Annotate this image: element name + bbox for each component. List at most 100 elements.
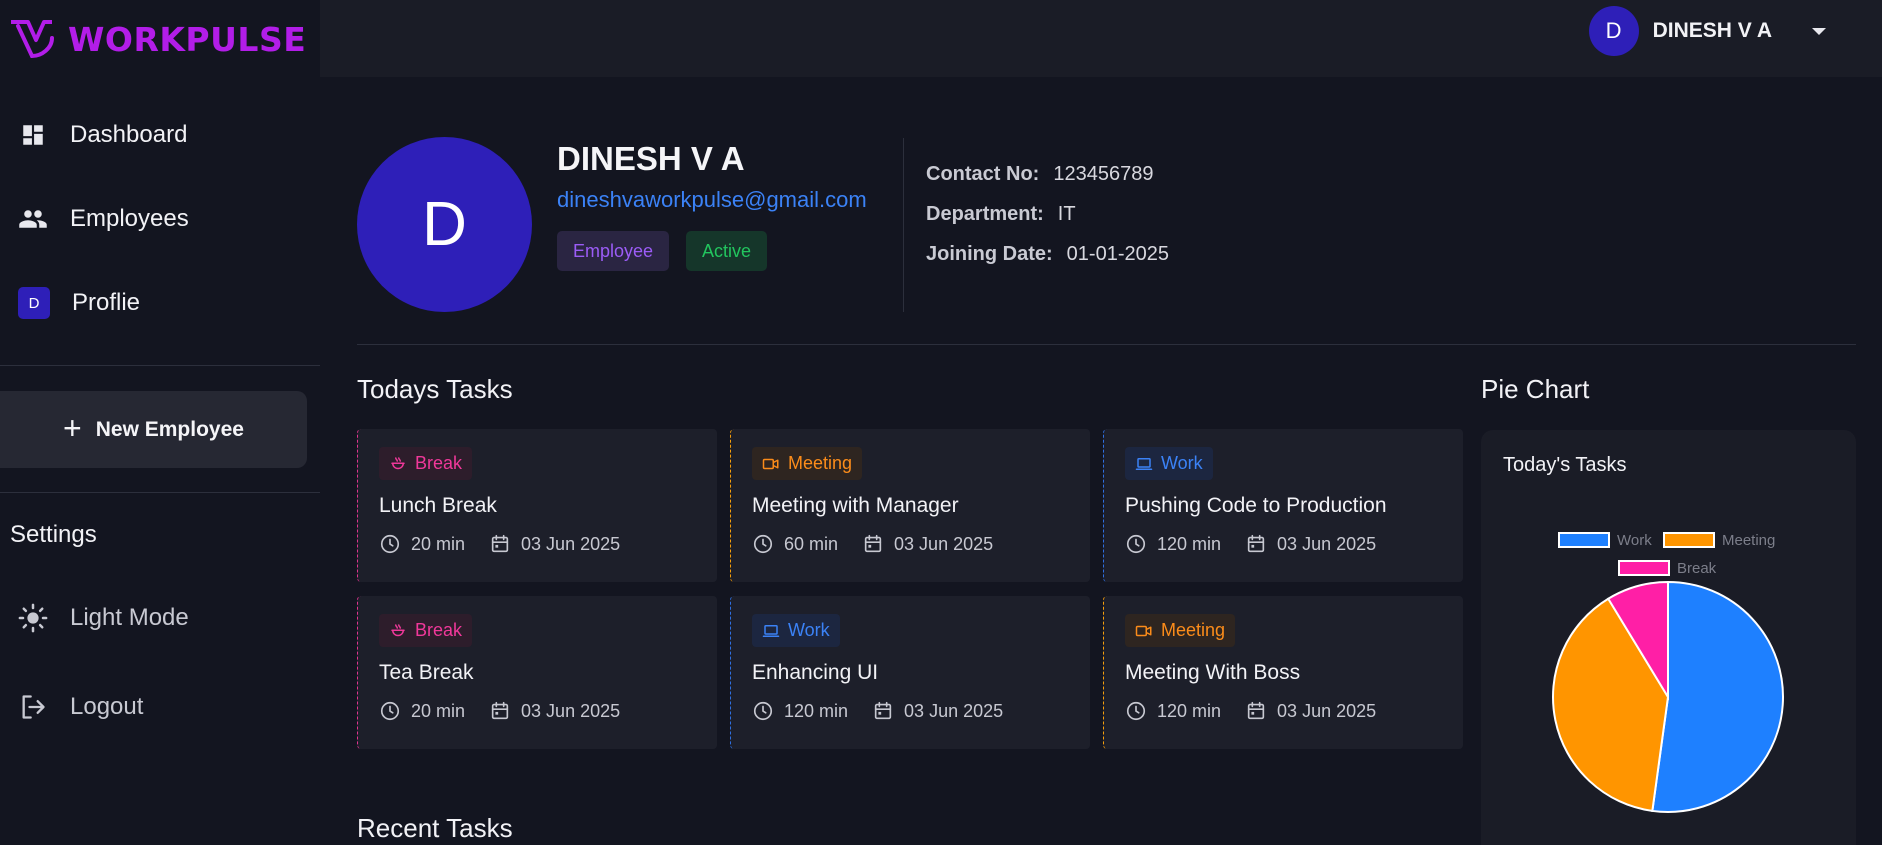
- avatar: D: [1588, 6, 1639, 56]
- task-date: 03 Jun 2025: [1277, 533, 1377, 554]
- app-logo[interactable]: WORKPULSE: [8, 16, 306, 62]
- department-row: Department: IT: [926, 203, 1076, 226]
- task-type-tag: Meeting: [1125, 614, 1236, 647]
- clock-icon: [1125, 533, 1147, 555]
- people-icon: [18, 204, 48, 234]
- divider: [0, 365, 320, 366]
- task-duration: 20 min: [411, 533, 466, 554]
- task-meta: 20 min 03 Jun 2025: [379, 533, 620, 555]
- department-label: Department:: [926, 203, 1044, 225]
- joining-date-row: Joining Date: 01-01-2025: [926, 243, 1169, 266]
- recent-tasks-title: Recent Tasks: [357, 813, 513, 843]
- task-card[interactable]: Meeting Meeting with Manager 60 min 03 Jun …: [730, 429, 1090, 582]
- sidebar-item-profile[interactable]: D Proflie: [18, 283, 140, 323]
- task-meta: 120 min 03 Jun 2025: [1125, 533, 1376, 555]
- task-card[interactable]: Work Enhancing UI 120 min 03 Jun 2025: [730, 596, 1090, 749]
- task-type-tag: Work: [752, 614, 840, 647]
- divider: [357, 344, 1856, 345]
- sidebar-item-dashboard[interactable]: Dashboard: [18, 115, 187, 155]
- plus-icon: +: [63, 410, 82, 446]
- role-badge: Employee: [557, 231, 670, 271]
- sidebar: WORKPULSE Dashboard Employees D Proflie …: [0, 0, 320, 845]
- calendar-icon: [862, 533, 884, 555]
- task-date: 03 Jun 2025: [521, 700, 621, 721]
- light-mode-label: Light Mode: [70, 604, 189, 631]
- contact-row: Contact No: 123456789: [926, 163, 1153, 186]
- task-card[interactable]: Break Lunch Break 20 min 03 Jun 2025: [357, 429, 717, 582]
- light-mode-toggle[interactable]: Light Mode: [18, 598, 189, 638]
- calendar-icon: [489, 533, 511, 555]
- legend-label: Work: [1617, 532, 1652, 549]
- logout-button[interactable]: Logout: [18, 687, 143, 727]
- task-meta: 120 min 03 Jun 2025: [752, 700, 1003, 722]
- video-camera-icon: [1135, 622, 1153, 640]
- task-duration: 120 min: [1157, 533, 1222, 554]
- legend-item[interactable]: Break: [1618, 560, 1717, 577]
- task-card[interactable]: Work Pushing Code to Production 120 min 03 …: [1103, 429, 1463, 582]
- legend-swatch: [1618, 560, 1670, 576]
- pie-chart-title: Pie Chart: [1481, 374, 1590, 404]
- video-camera-icon: [762, 455, 780, 473]
- task-title: Meeting with Manager: [752, 494, 959, 517]
- task-type-label: Break: [415, 620, 463, 640]
- task-date: 03 Jun 2025: [521, 533, 621, 554]
- legend-swatch: [1558, 532, 1610, 548]
- task-duration: 120 min: [1157, 700, 1222, 721]
- task-title: Tea Break: [379, 661, 474, 684]
- legend-item[interactable]: Work: [1558, 532, 1652, 549]
- chevron-down-icon: [1812, 27, 1826, 35]
- task-date: 03 Jun 2025: [904, 700, 1004, 721]
- task-title: Enhancing UI: [752, 661, 879, 684]
- department-value: IT: [1057, 203, 1076, 225]
- new-employee-label: New Employee: [95, 417, 244, 441]
- pie-chart: Work Meeting Break: [1552, 532, 1784, 813]
- task-type-tag: Break: [379, 447, 473, 480]
- workpulse-logo-icon: [11, 20, 54, 59]
- contact-value: 123456789: [1053, 163, 1154, 185]
- task-type-tag: Meeting: [752, 447, 863, 480]
- clock-icon: [752, 533, 774, 555]
- task-title: Meeting With Boss: [1125, 661, 1301, 684]
- app-name: WORKPULSE: [68, 19, 307, 59]
- status-badge: Active: [686, 231, 768, 271]
- task-meta: 120 min 03 Jun 2025: [1125, 700, 1376, 722]
- sidebar-item-label: Employees: [70, 205, 189, 232]
- logout-icon: [18, 692, 48, 722]
- task-meta: 20 min 03 Jun 2025: [379, 700, 620, 722]
- pie-chart-panel: Today's Tasks Work Meeting Break: [1481, 430, 1856, 845]
- legend-label: Break: [1677, 560, 1717, 577]
- task-type-label: Work: [1161, 453, 1203, 473]
- task-duration: 120 min: [784, 700, 849, 721]
- todays-tasks-title: Todays Tasks: [357, 374, 513, 404]
- task-title: Lunch Break: [379, 494, 497, 517]
- sidebar-item-employees[interactable]: Employees: [18, 199, 189, 239]
- legend-item[interactable]: Meeting: [1663, 532, 1775, 549]
- task-type-label: Meeting: [1161, 620, 1226, 640]
- contact-label: Contact No:: [926, 163, 1040, 185]
- profile-name: DINESH V A: [557, 140, 745, 177]
- sidebar-item-label: Proflie: [72, 289, 141, 316]
- task-meta: 60 min 03 Jun 2025: [752, 533, 993, 555]
- joining-label: Joining Date:: [926, 243, 1053, 265]
- sun-icon: [18, 603, 48, 633]
- profile-email[interactable]: dineshvaworkpulse@gmail.com: [557, 187, 867, 213]
- calendar-icon: [1245, 700, 1267, 722]
- settings-heading: Settings: [10, 521, 97, 548]
- clock-icon: [752, 700, 774, 722]
- divider: [0, 492, 320, 493]
- user-name: DINESH V A: [1652, 19, 1772, 42]
- user-menu[interactable]: D DINESH V A: [1588, 6, 1826, 56]
- task-type-tag: Work: [1125, 447, 1213, 480]
- task-title: Pushing Code to Production: [1125, 494, 1387, 517]
- laptop-icon: [1135, 455, 1153, 473]
- task-card[interactable]: Break Tea Break 20 min 03 Jun 2025: [357, 596, 717, 749]
- new-employee-button[interactable]: + New Employee: [0, 391, 307, 468]
- logout-label: Logout: [70, 693, 144, 720]
- pie-slice-work[interactable]: [1651, 580, 1784, 813]
- clock-icon: [379, 533, 401, 555]
- calendar-icon: [489, 700, 511, 722]
- task-type-tag: Break: [379, 614, 473, 647]
- legend-swatch: [1663, 532, 1715, 548]
- calendar-icon: [1245, 533, 1267, 555]
- task-card[interactable]: Meeting Meeting With Boss 120 min 03 Jun 20…: [1103, 596, 1463, 749]
